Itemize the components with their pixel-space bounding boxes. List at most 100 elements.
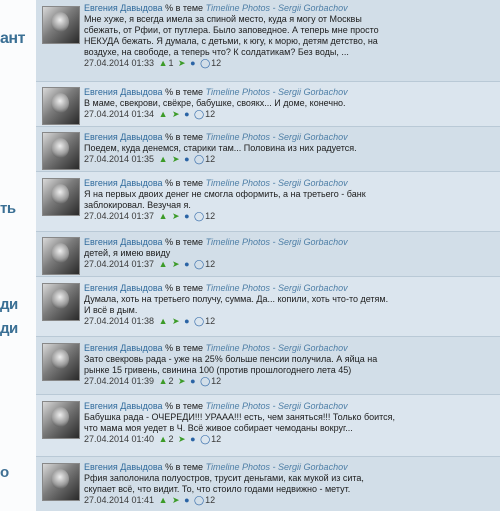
- cropped-text-fragment: ант: [0, 30, 25, 47]
- reply-icon[interactable]: ➤: [172, 109, 180, 120]
- user-icon[interactable]: ●: [184, 495, 189, 506]
- comment-header: Евгения Давыдова % в теме Timeline Photo…: [84, 132, 492, 143]
- user-icon[interactable]: ●: [190, 434, 195, 445]
- timestamp[interactable]: 27.04.2014 01:37: [84, 259, 154, 269]
- comment-item: Евгения Давыдова % в теме Timeline Photo…: [36, 82, 500, 127]
- comment-header: Евгения Давыдова % в теме Timeline Photo…: [84, 283, 492, 294]
- avatar[interactable]: [42, 401, 80, 439]
- cropped-text-fragment: ди: [0, 296, 18, 313]
- comments-icon[interactable]: ◯: [194, 495, 204, 506]
- user-icon[interactable]: ●: [184, 109, 189, 120]
- reply-icon[interactable]: ➤: [172, 316, 180, 327]
- comment-text: В маме, свекрови, свёкре, бабушке, свояк…: [84, 98, 346, 108]
- comment-header: Евгения Давыдова % в теме Timeline Photo…: [84, 87, 492, 98]
- author-link[interactable]: Евгения Давыдова: [84, 401, 163, 411]
- in-topic-label: % в теме: [165, 237, 204, 247]
- author-link[interactable]: Евгения Давыдова: [84, 178, 163, 188]
- comment-text: Рфия заполонила полуостров, трусит деньг…: [84, 473, 364, 494]
- topic-link[interactable]: Timeline Photos - Sergii Gorbachov: [206, 462, 348, 472]
- timestamp[interactable]: 27.04.2014 01:41: [84, 495, 154, 505]
- cropped-text-fragment: о: [0, 464, 9, 481]
- comments-count: 12: [205, 211, 216, 221]
- comment-header: Евгения Давыдова % в теме Timeline Photo…: [84, 178, 492, 189]
- avatar[interactable]: [42, 343, 80, 381]
- topic-link[interactable]: Timeline Photos - Sergii Gorbachov: [206, 3, 348, 13]
- like-icon[interactable]: ▲: [159, 316, 168, 327]
- comments-count: 12: [205, 316, 216, 326]
- reply-icon[interactable]: ➤: [172, 259, 180, 270]
- timestamp[interactable]: 27.04.2014 01:40: [84, 434, 154, 444]
- like-icon[interactable]: ▲: [159, 495, 168, 506]
- reply-icon[interactable]: ➤: [178, 58, 186, 69]
- in-topic-label: % в теме: [165, 3, 204, 13]
- user-icon[interactable]: ●: [184, 259, 189, 270]
- avatar[interactable]: [42, 237, 80, 275]
- topic-link[interactable]: Timeline Photos - Sergii Gorbachov: [206, 283, 348, 293]
- like-count: 2: [168, 434, 174, 444]
- user-icon[interactable]: ●: [184, 154, 189, 165]
- reply-icon[interactable]: ➤: [178, 434, 186, 445]
- timestamp[interactable]: 27.04.2014 01:35: [84, 154, 154, 164]
- topic-link[interactable]: Timeline Photos - Sergii Gorbachov: [206, 178, 348, 188]
- comment-meta: 27.04.2014 01:33 ▲1 ➤ ● ◯12: [84, 58, 492, 69]
- like-icon[interactable]: ▲: [159, 434, 168, 445]
- comments-icon[interactable]: ◯: [200, 434, 210, 445]
- topic-link[interactable]: Timeline Photos - Sergii Gorbachov: [206, 237, 348, 247]
- comments-feed: Евгения Давыдова % в теме Timeline Photo…: [36, 0, 500, 511]
- comment-text: Я на первых двоих денег не смогла оформи…: [84, 189, 366, 210]
- topic-link[interactable]: Timeline Photos - Sergii Gorbachov: [206, 401, 348, 411]
- author-link[interactable]: Евгения Давыдова: [84, 3, 163, 13]
- avatar[interactable]: [42, 283, 80, 321]
- comments-icon[interactable]: ◯: [194, 211, 204, 222]
- author-link[interactable]: Евгения Давыдова: [84, 462, 163, 472]
- comment-meta: 27.04.2014 01:40 ▲2 ➤ ● ◯12: [84, 434, 492, 445]
- reply-icon[interactable]: ➤: [178, 376, 186, 387]
- user-icon[interactable]: ●: [190, 376, 195, 387]
- user-icon[interactable]: ●: [190, 58, 195, 69]
- comment-meta: 27.04.2014 01:38 ▲ ➤ ● ◯12: [84, 316, 492, 327]
- timestamp[interactable]: 27.04.2014 01:37: [84, 211, 154, 221]
- author-link[interactable]: Евгения Давыдова: [84, 343, 163, 353]
- timestamp[interactable]: 27.04.2014 01:33: [84, 58, 154, 68]
- like-icon[interactable]: ▲: [159, 376, 168, 387]
- timestamp[interactable]: 27.04.2014 01:34: [84, 109, 154, 119]
- like-icon[interactable]: ▲: [159, 109, 168, 120]
- avatar[interactable]: [42, 87, 80, 125]
- comments-icon[interactable]: ◯: [194, 259, 204, 270]
- like-icon[interactable]: ▲: [159, 259, 168, 270]
- user-icon[interactable]: ●: [184, 316, 189, 327]
- topic-link[interactable]: Timeline Photos - Sergii Gorbachov: [206, 343, 348, 353]
- avatar[interactable]: [42, 463, 80, 501]
- comments-count: 12: [205, 154, 216, 164]
- author-link[interactable]: Евгения Давыдова: [84, 237, 163, 247]
- like-count: 1: [168, 58, 174, 68]
- like-icon[interactable]: ▲: [159, 211, 168, 222]
- timestamp[interactable]: 27.04.2014 01:38: [84, 316, 154, 326]
- comment-text: Поедем, куда денемся, старики там... Пол…: [84, 143, 357, 153]
- avatar[interactable]: [42, 178, 80, 216]
- topic-link[interactable]: Timeline Photos - Sergii Gorbachov: [206, 87, 348, 97]
- like-icon[interactable]: ▲: [159, 58, 168, 69]
- cropped-text-fragment: ди: [0, 320, 18, 337]
- in-topic-label: % в теме: [165, 178, 204, 188]
- comment-meta: 27.04.2014 01:37 ▲ ➤ ● ◯12: [84, 211, 492, 222]
- timestamp[interactable]: 27.04.2014 01:39: [84, 376, 154, 386]
- like-icon[interactable]: ▲: [159, 154, 168, 165]
- comments-icon[interactable]: ◯: [194, 109, 204, 120]
- comments-icon[interactable]: ◯: [194, 154, 204, 165]
- avatar[interactable]: [42, 6, 80, 44]
- reply-icon[interactable]: ➤: [172, 154, 180, 165]
- reply-icon[interactable]: ➤: [172, 495, 180, 506]
- avatar[interactable]: [42, 132, 80, 170]
- author-link[interactable]: Евгения Давыдова: [84, 132, 163, 142]
- comment-text: Зато свекровь рада - уже на 25% больше п…: [84, 354, 378, 375]
- reply-icon[interactable]: ➤: [172, 211, 180, 222]
- comments-icon[interactable]: ◯: [194, 316, 204, 327]
- topic-link[interactable]: Timeline Photos - Sergii Gorbachov: [206, 132, 348, 142]
- comment-item: Евгения Давыдова % в теме Timeline Photo…: [36, 395, 500, 457]
- author-link[interactable]: Евгения Давыдова: [84, 87, 163, 97]
- author-link[interactable]: Евгения Давыдова: [84, 283, 163, 293]
- comments-icon[interactable]: ◯: [200, 58, 210, 69]
- comments-icon[interactable]: ◯: [200, 376, 210, 387]
- user-icon[interactable]: ●: [184, 211, 189, 222]
